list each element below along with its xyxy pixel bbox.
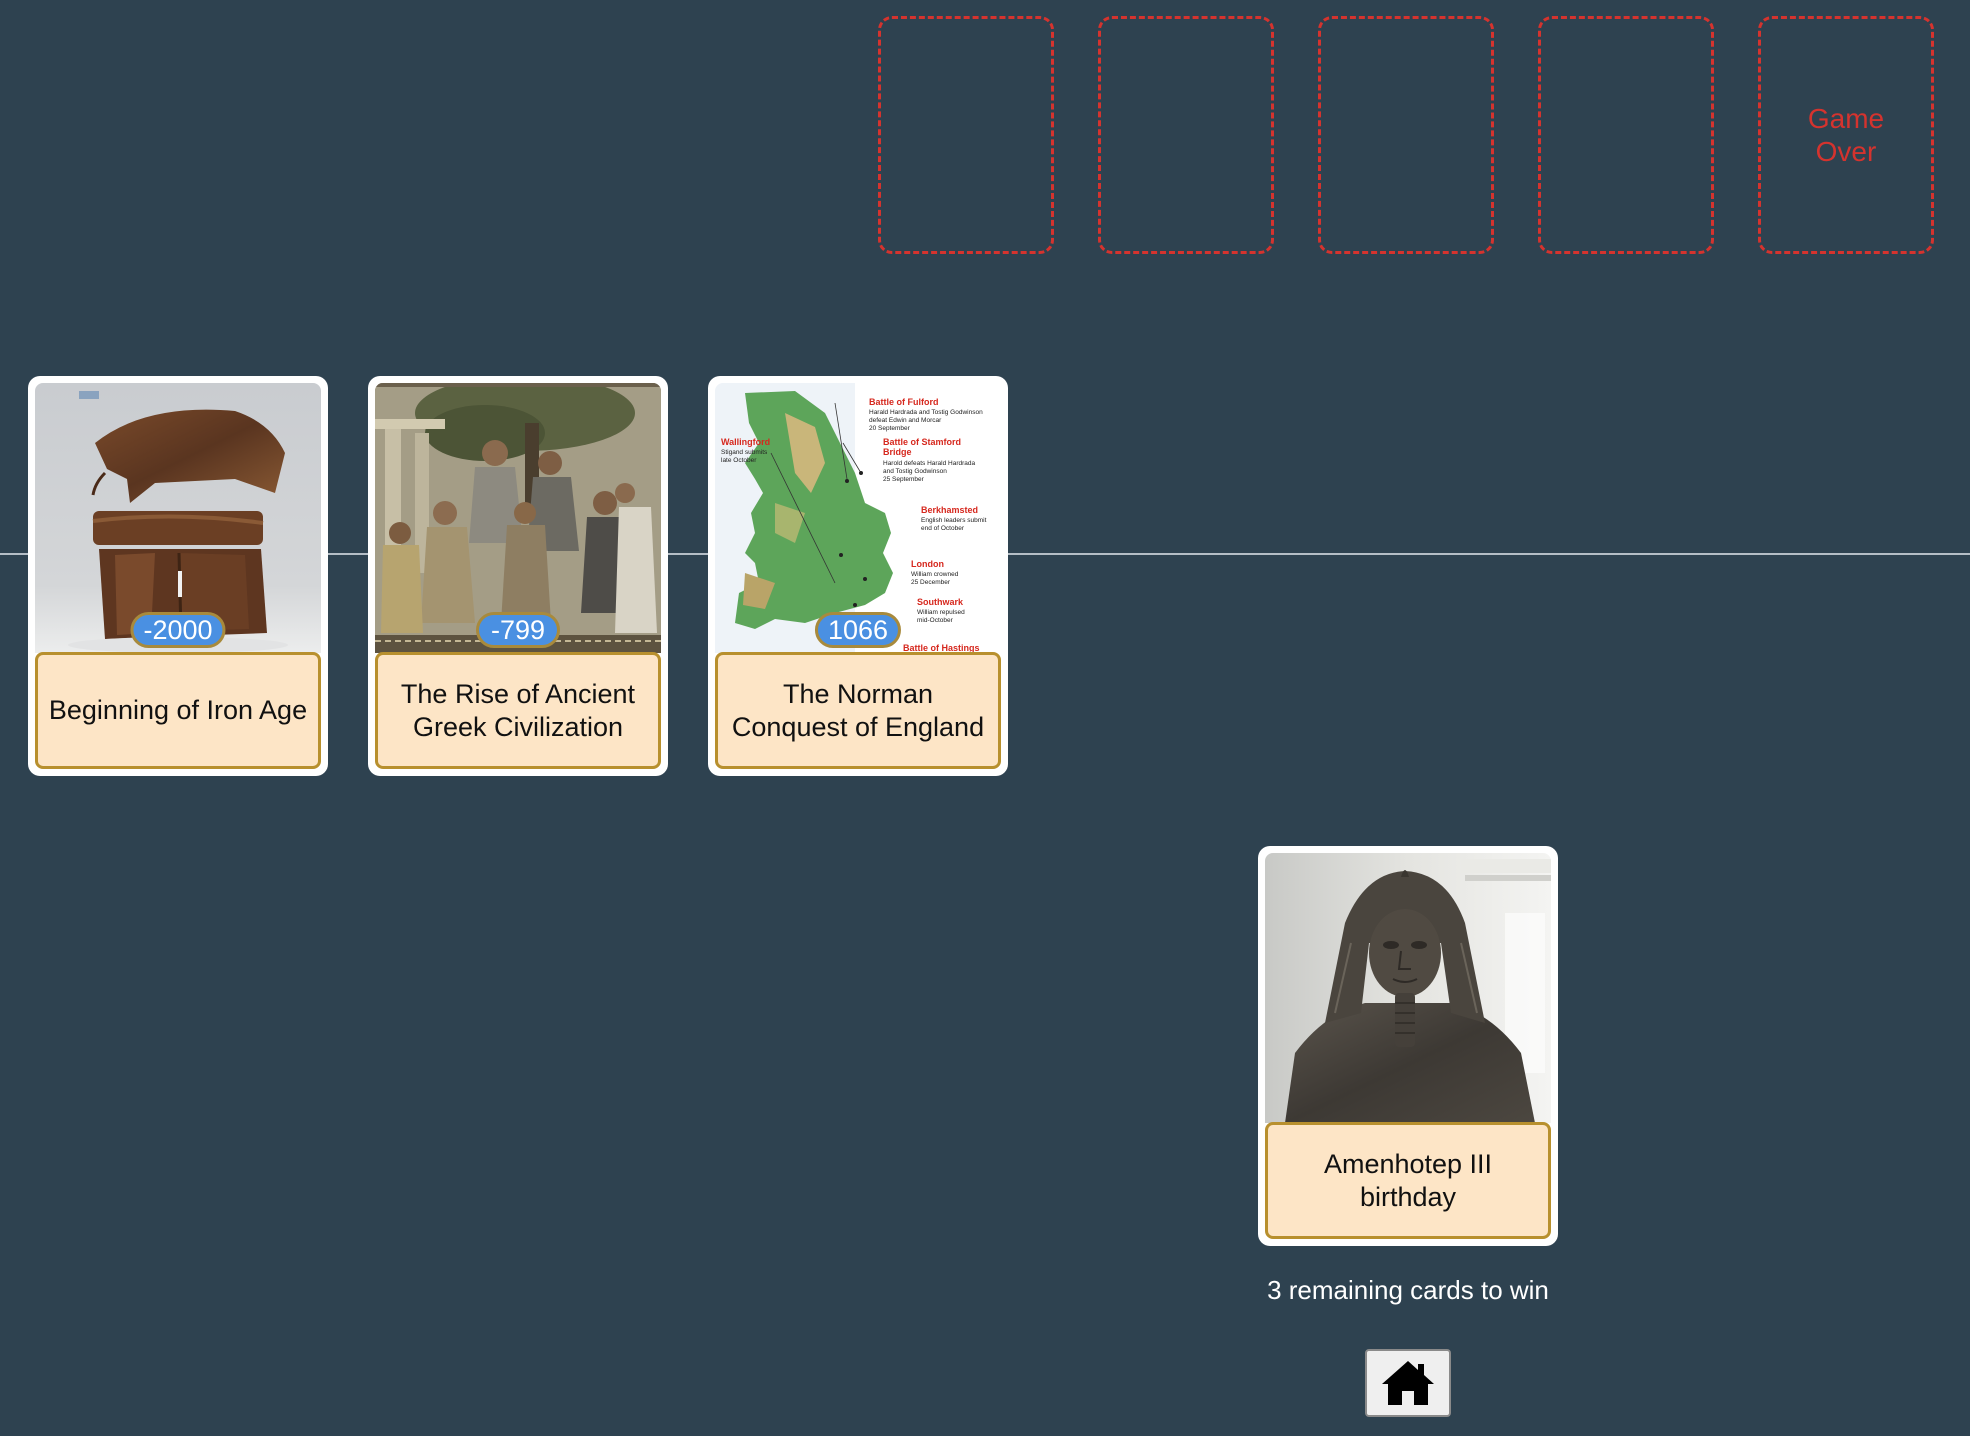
life-slot-2	[1098, 16, 1274, 254]
map-label: London	[911, 559, 944, 569]
map-label: end of October	[921, 525, 965, 532]
remaining-cards-text: 3 remaining cards to win	[1267, 1275, 1549, 1305]
map-label: Bridge	[883, 447, 912, 457]
map-label: Southwark	[917, 597, 964, 607]
map-label: Wallingford	[721, 437, 770, 447]
map-label: mid-October	[917, 617, 954, 624]
map-label: and Tostig Godwinson	[883, 468, 947, 475]
map-label: 25 December	[911, 579, 951, 586]
map-label: late October	[721, 457, 757, 464]
home-button[interactable]	[1365, 1349, 1451, 1417]
timeline-card[interactable]: -799 The Rise of Ancient Greek Civilizat…	[368, 376, 668, 776]
map-label: English leaders submit	[921, 517, 987, 524]
home-icon	[1382, 1361, 1434, 1405]
map-label: Berkhamsted	[921, 505, 978, 515]
card-title-text: Beginning of Iron Age	[48, 695, 308, 725]
map-label: Stigand submits	[721, 449, 768, 456]
timeline-card[interactable]: Battle of Fulford Harald Hardrada and To…	[708, 376, 1008, 776]
year-badge: -799	[476, 612, 560, 648]
map-label: 25 September	[883, 476, 925, 483]
map-label: 20 September	[869, 425, 911, 432]
year-badge: -2000	[130, 612, 226, 648]
timeline-card[interactable]: -2000 Beginning of Iron Age	[28, 376, 328, 776]
pharaoh-statue-image	[1265, 853, 1551, 1123]
life-slot-4	[1538, 16, 1714, 254]
life-slot-1	[878, 16, 1054, 254]
life-slot-3	[1318, 16, 1494, 254]
card-title-text: The Rise of Ancient Greek Civilization	[400, 678, 636, 742]
map-label: Harold defeats Harald Hardrada	[883, 460, 976, 467]
map-label: William repulsed	[917, 609, 965, 616]
map-label: defeat Edwin and Morcar	[869, 417, 942, 424]
map-label: William crowned	[911, 571, 959, 578]
card-title: Beginning of Iron Age	[35, 652, 321, 769]
card-title: The Rise of Ancient Greek Civilization	[375, 652, 661, 769]
card-title-text: The Norman Conquest of England	[731, 678, 985, 742]
map-label: Battle of Stamford	[883, 437, 961, 447]
card-title: The Norman Conquest of England	[715, 652, 1001, 769]
card-title-text: Amenhotep III birthday	[1323, 1148, 1493, 1212]
game-over-slot: Game Over	[1758, 16, 1934, 254]
current-card[interactable]: Amenhotep III birthday	[1258, 846, 1558, 1246]
card-title: Amenhotep III birthday	[1265, 1122, 1551, 1239]
map-label: Battle of Fulford	[869, 397, 939, 407]
year-badge: 1066	[814, 612, 902, 648]
map-label: Harald Hardrada and Tostig Godwinson	[869, 409, 983, 416]
game-over-label: Game Over	[1807, 103, 1885, 167]
